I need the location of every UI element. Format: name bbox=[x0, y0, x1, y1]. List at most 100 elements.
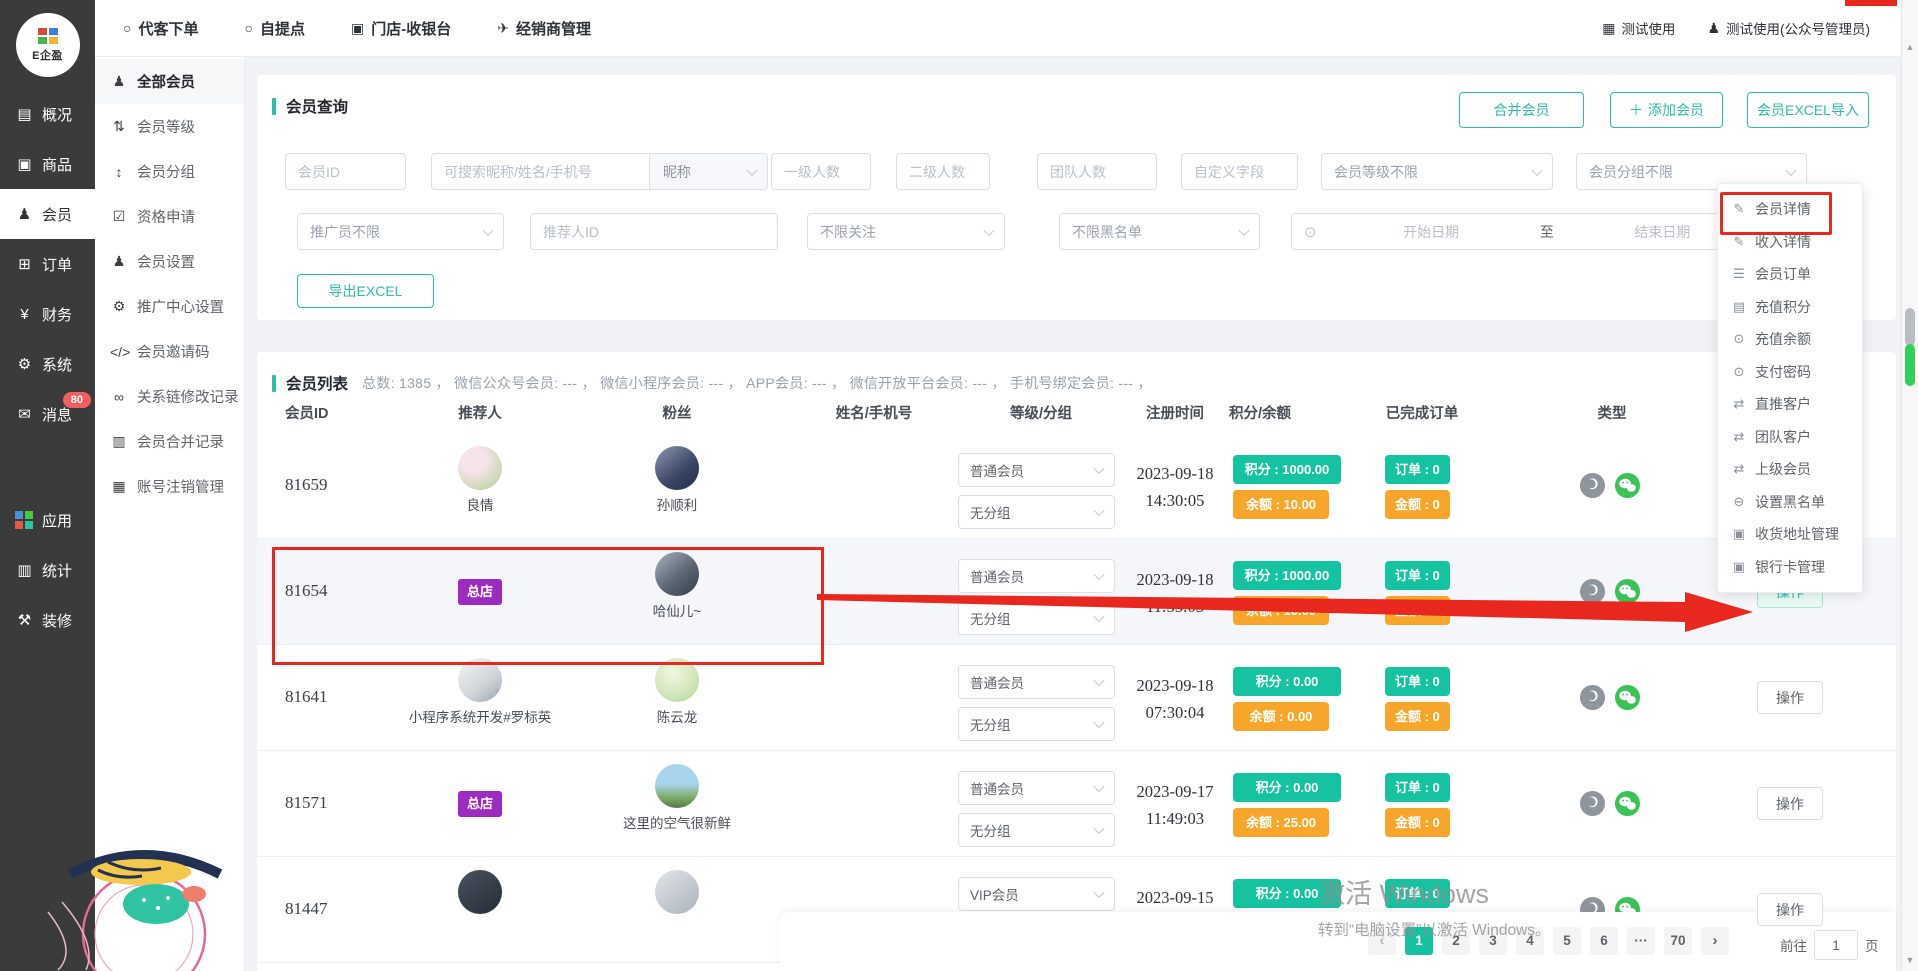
next-page-button[interactable]: › bbox=[1701, 927, 1729, 955]
page-button-2[interactable]: 2 bbox=[1442, 927, 1470, 955]
avatar[interactable] bbox=[655, 552, 699, 596]
referrer-id-input[interactable] bbox=[530, 213, 778, 250]
excel-import-button[interactable]: 会员EXCEL导入 bbox=[1747, 92, 1869, 128]
submenu-item-会员邀请码[interactable]: </>会员邀请码 bbox=[95, 329, 244, 374]
page-button-6[interactable]: 6 bbox=[1590, 927, 1618, 955]
sidebar-item-订单[interactable]: ⊞订单 bbox=[0, 239, 95, 289]
submenu-item-推广中心设置[interactable]: ⚙推广中心设置 bbox=[95, 284, 244, 329]
sidebar-item-应用[interactable]: 应用 bbox=[0, 495, 95, 545]
level2-count-input[interactable] bbox=[896, 153, 990, 190]
menu-item-充值余额[interactable]: ⊙充值余额 bbox=[1718, 323, 1862, 356]
sidebar-item-财务[interactable]: ¥财务 bbox=[0, 289, 95, 339]
menu-item-银行卡管理[interactable]: ▣银行卡管理 bbox=[1718, 551, 1862, 584]
level-select[interactable]: VIP会员 bbox=[958, 877, 1115, 911]
promoter-select[interactable]: 推广员不限 bbox=[297, 213, 504, 250]
avatar[interactable] bbox=[655, 764, 699, 808]
menu-item-支付密码[interactable]: ⊙支付密码 bbox=[1718, 356, 1862, 389]
topbar-account-item[interactable]: ▦测试使用 bbox=[1602, 18, 1675, 38]
menu-item-团队客户[interactable]: ⇄团队客户 bbox=[1718, 421, 1862, 454]
topbar-account-label: 测试使用(公众号管理员) bbox=[1726, 18, 1870, 38]
date-start[interactable]: 开始日期 bbox=[1331, 222, 1532, 242]
submenu-item-关系链修改记录[interactable]: ∞关系链修改记录 bbox=[95, 374, 244, 419]
level-select[interactable]: 普通会员 bbox=[958, 771, 1115, 805]
submenu-item-账号注销管理[interactable]: ▦账号注销管理 bbox=[95, 464, 244, 509]
export-excel-button[interactable]: 导出EXCEL bbox=[297, 274, 434, 308]
topbar-tab[interactable]: ○自提点 bbox=[244, 18, 304, 39]
scrollbar-thumb-green[interactable] bbox=[1905, 344, 1915, 386]
topbar-tab[interactable]: ○代客下单 bbox=[123, 18, 198, 39]
app-logo[interactable]: E企盈 bbox=[16, 13, 80, 77]
sidebar-item-会员[interactable]: ♟会员 bbox=[0, 189, 95, 239]
balance-badge: 余额 : 10.00 bbox=[1233, 490, 1329, 519]
group-select[interactable]: 无分组 bbox=[958, 495, 1115, 529]
vertical-scrollbar[interactable]: ▲ ▼ bbox=[1901, 0, 1918, 971]
avatar[interactable] bbox=[655, 870, 699, 914]
sidebar-item-系统[interactable]: ⚙系统 bbox=[0, 339, 95, 389]
sidebar-item-消息[interactable]: ✉消息80 bbox=[0, 389, 95, 439]
menu-item-收入详情[interactable]: ✎收入详情 bbox=[1718, 226, 1862, 259]
page-button-3[interactable]: 3 bbox=[1479, 927, 1507, 955]
page-button-70[interactable]: 70 bbox=[1664, 927, 1692, 955]
avatar[interactable] bbox=[655, 658, 699, 702]
menu-item-label: 支付密码 bbox=[1755, 362, 1811, 382]
scroll-up-icon[interactable]: ▲ bbox=[1902, 42, 1918, 52]
menu-item-充值积分[interactable]: ▤充值积分 bbox=[1718, 291, 1862, 324]
team-count-input[interactable] bbox=[1037, 153, 1157, 190]
avatar[interactable] bbox=[458, 870, 502, 914]
topbar-tab[interactable]: ▣门店-收银台 bbox=[351, 18, 451, 39]
row-action-button[interactable]: 操作 bbox=[1757, 787, 1823, 820]
custom-field-input[interactable] bbox=[1181, 153, 1298, 190]
level-select[interactable]: 普通会员 bbox=[958, 559, 1115, 593]
avatar[interactable] bbox=[458, 658, 502, 702]
group-select[interactable]: 无分组 bbox=[958, 813, 1115, 847]
scrollbar-thumb[interactable] bbox=[1905, 308, 1915, 346]
chevron-down-icon bbox=[1093, 717, 1104, 728]
submenu-item-label: 会员等级 bbox=[137, 116, 195, 137]
row-action-button[interactable]: 操作 bbox=[1757, 893, 1823, 926]
blacklist-select[interactable]: 不限黑名单 bbox=[1059, 213, 1260, 250]
sidebar-item-商品[interactable]: ▣商品 bbox=[0, 139, 95, 189]
submenu-item-会员分组[interactable]: ↕会员分组 bbox=[95, 149, 244, 194]
avatar[interactable] bbox=[655, 446, 699, 490]
page-button-1[interactable]: 1 bbox=[1405, 927, 1433, 955]
level-select[interactable]: 普通会员 bbox=[958, 665, 1115, 699]
member-id-input[interactable] bbox=[285, 153, 406, 190]
submenu-item-资格申请[interactable]: ☑资格申请 bbox=[95, 194, 244, 239]
group-select[interactable]: 无分组 bbox=[958, 707, 1115, 741]
add-member-button[interactable]: ＋ 添加会员 bbox=[1610, 92, 1723, 128]
level-select[interactable]: 普通会员 bbox=[958, 453, 1115, 487]
group-select[interactable]: 无分组 bbox=[958, 601, 1115, 635]
submenu-item-会员合并记录[interactable]: ▥会员合并记录 bbox=[95, 419, 244, 464]
menu-item-收货地址管理[interactable]: ▣收货地址管理 bbox=[1718, 518, 1862, 551]
topbar-tab[interactable]: ✈经销商管理 bbox=[497, 18, 591, 39]
sidebar-item-装修[interactable]: ⚒装修 bbox=[0, 595, 95, 645]
avatar[interactable] bbox=[458, 446, 502, 490]
search-type-select[interactable]: 昵称 bbox=[649, 154, 767, 189]
sidebar-item-概况[interactable]: ▤概况 bbox=[0, 89, 95, 139]
menu-item-会员订单[interactable]: ☰会员订单 bbox=[1718, 258, 1862, 291]
merge-member-button[interactable]: 合并会员 bbox=[1459, 92, 1584, 128]
level1-count-input[interactable] bbox=[771, 153, 871, 190]
follow-select[interactable]: 不限关注 bbox=[807, 213, 1005, 250]
page-ellipsis[interactable]: ··· bbox=[1627, 927, 1655, 955]
column-header-会员ID: 会员ID bbox=[285, 395, 329, 433]
submenu-item-会员等级[interactable]: ⇅会员等级 bbox=[95, 104, 244, 149]
submenu-item-会员设置[interactable]: ♟会员设置 bbox=[95, 239, 244, 284]
topbar-account-item[interactable]: ♟测试使用(公众号管理员) bbox=[1707, 18, 1870, 38]
menu-item-设置黑名单[interactable]: ⊖设置黑名单 bbox=[1718, 486, 1862, 519]
scroll-down-icon[interactable]: ▼ bbox=[1902, 955, 1918, 965]
sidebar-item-统计[interactable]: ▥统计 bbox=[0, 545, 95, 595]
page-button-4[interactable]: 4 bbox=[1516, 927, 1544, 955]
goto-page-input[interactable] bbox=[1814, 930, 1858, 960]
menu-item-直推客户[interactable]: ⇄直推客户 bbox=[1718, 388, 1862, 421]
menu-item-上级会员[interactable]: ⇄上级会员 bbox=[1718, 453, 1862, 486]
member-level-select[interactable]: 会员等级不限 bbox=[1321, 153, 1553, 190]
prev-page-button[interactable]: ‹ bbox=[1368, 927, 1396, 955]
row-action-button[interactable]: 操作 bbox=[1757, 681, 1823, 714]
search-input[interactable] bbox=[432, 154, 649, 189]
menu-item-会员详情[interactable]: ✎会员详情 bbox=[1718, 193, 1862, 226]
page-button-5[interactable]: 5 bbox=[1553, 927, 1581, 955]
submenu-item-全部会员[interactable]: ♟全部会员 bbox=[95, 59, 244, 104]
register-date-range[interactable]: ⊙ 开始日期 至 结束日期 bbox=[1291, 213, 1764, 250]
member-icon: ♟ bbox=[15, 205, 34, 223]
